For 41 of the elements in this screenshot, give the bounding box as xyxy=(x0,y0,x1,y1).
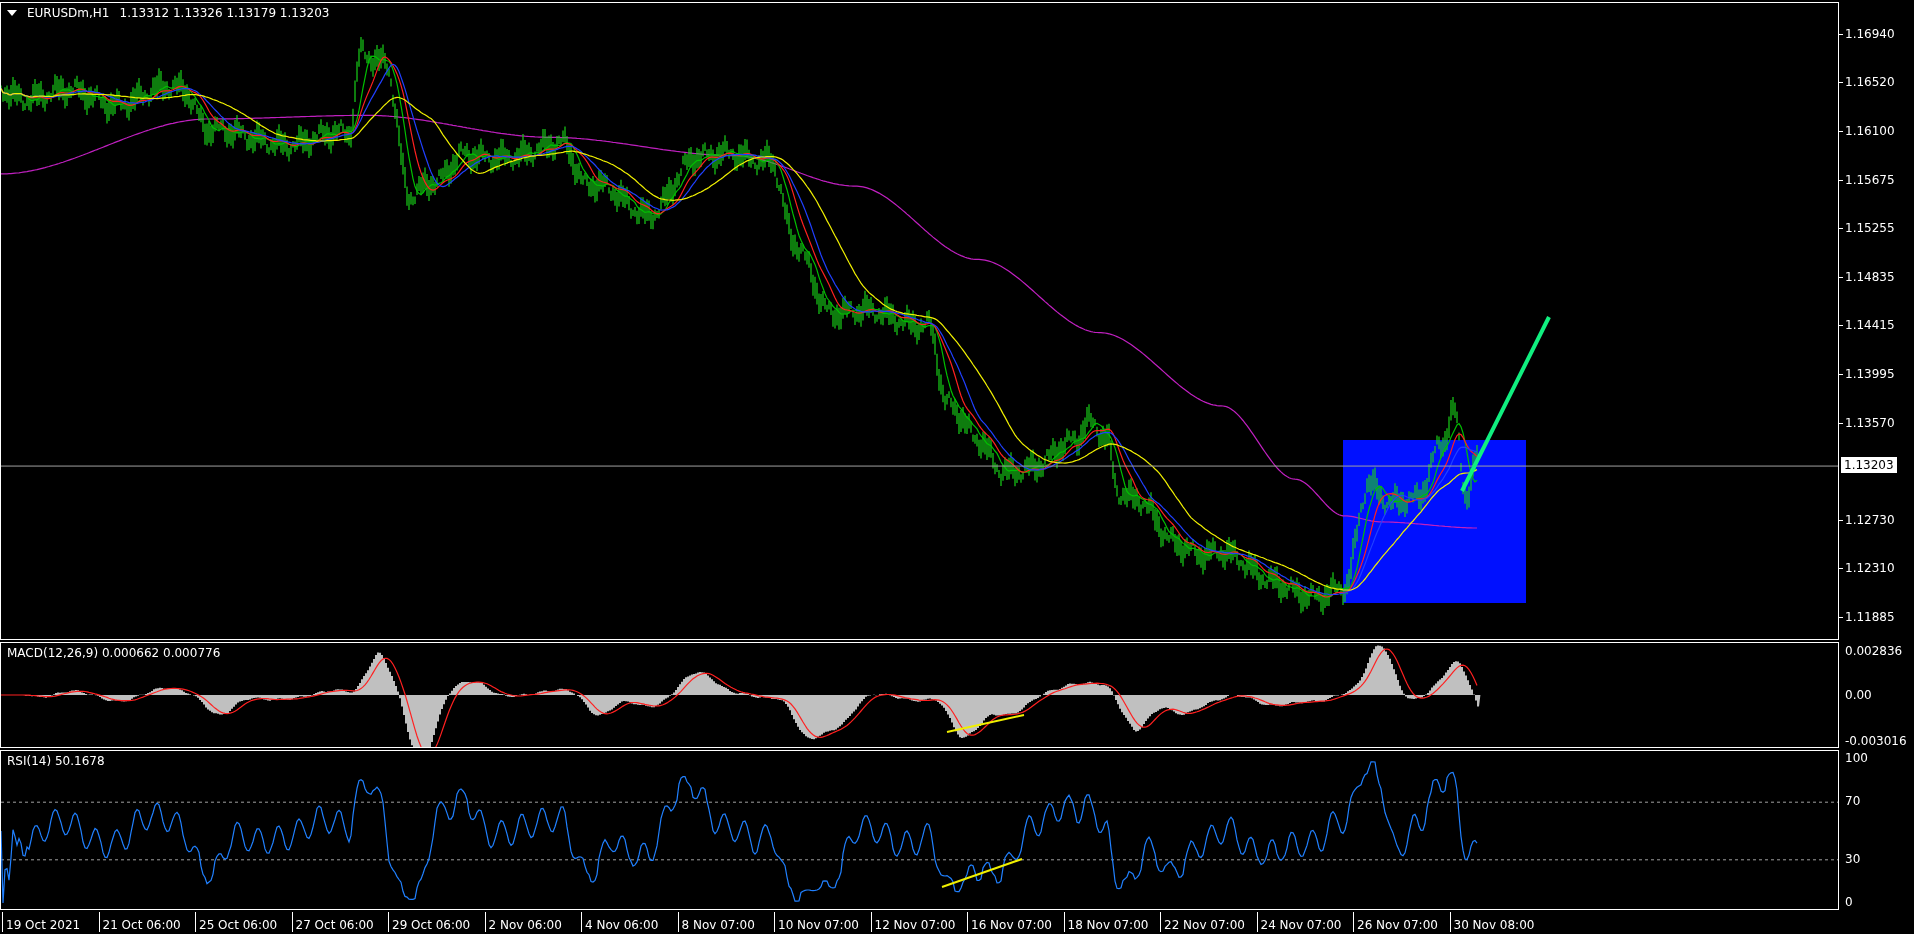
price-axis-label: 1.15255 xyxy=(1845,220,1895,237)
price-axis-label: 1.13995 xyxy=(1845,365,1895,382)
rsi-axis-label: 0 xyxy=(1845,894,1853,910)
rsi-axis-label: 70 xyxy=(1845,793,1861,810)
price-axis-label: 1.16940 xyxy=(1845,25,1895,42)
price-axis-label: 1.14415 xyxy=(1845,317,1895,334)
current-price-tag: 1.13203 xyxy=(1841,457,1897,474)
rsi-axis-label: 100 xyxy=(1845,750,1868,766)
price-axis-label: 1.14835 xyxy=(1845,268,1895,285)
time-axis-label: 10 Nov 07:00 xyxy=(774,912,871,932)
time-axis-label: 2 Nov 06:00 xyxy=(484,912,581,932)
price-axis-label: 1.13570 xyxy=(1845,414,1895,431)
time-axis-label: 12 Nov 07:00 xyxy=(870,912,967,932)
time-axis-label: 30 Nov 08:00 xyxy=(1449,912,1546,932)
price-axis-label: 1.12310 xyxy=(1845,560,1895,577)
macd-axis-label: 0.00 xyxy=(1845,686,1872,703)
price-axis-label: 1.11885 xyxy=(1845,609,1895,626)
time-axis-label: 21 Oct 06:00 xyxy=(98,912,195,932)
indicator-label: MACD(12,26,9) 0.000662 0.000776 xyxy=(7,646,221,660)
time-axis-label: 19 Oct 2021 xyxy=(2,912,99,932)
price-axis-label: 1.16520 xyxy=(1845,74,1895,91)
macd-axis-label: -0.003016 xyxy=(1845,733,1907,749)
ohlc-values: 1.13312 1.13326 1.13179 1.13203 xyxy=(119,6,330,20)
time-axis-label: 4 Nov 06:00 xyxy=(581,912,678,932)
time-axis-label: 24 Nov 07:00 xyxy=(1256,912,1353,932)
price-axis-label: 1.15675 xyxy=(1845,171,1895,188)
symbol-label: EURUSDm,H1 xyxy=(27,6,110,20)
time-axis-label: 29 Oct 06:00 xyxy=(388,912,485,932)
time-axis-label: 18 Nov 07:00 xyxy=(1063,912,1160,932)
time-axis-label: 27 Oct 06:00 xyxy=(291,912,388,932)
time-axis-label: 16 Nov 07:00 xyxy=(967,912,1064,932)
price-axis-label: 1.16100 xyxy=(1845,122,1895,139)
time-axis-label: 26 Nov 07:00 xyxy=(1353,912,1450,932)
time-axis-label: 25 Oct 06:00 xyxy=(195,912,292,932)
price-axis-label: 1.12730 xyxy=(1845,511,1895,528)
rsi-axis-label: 30 xyxy=(1845,850,1861,867)
time-axis-label: 22 Nov 07:00 xyxy=(1160,912,1257,932)
time-axis-label: 8 Nov 07:00 xyxy=(677,912,774,932)
indicator-label: RSI(14) 50.1678 xyxy=(7,754,105,768)
dropdown-icon[interactable] xyxy=(7,10,17,16)
macd-axis-label: 0.002836 xyxy=(1845,643,1903,659)
